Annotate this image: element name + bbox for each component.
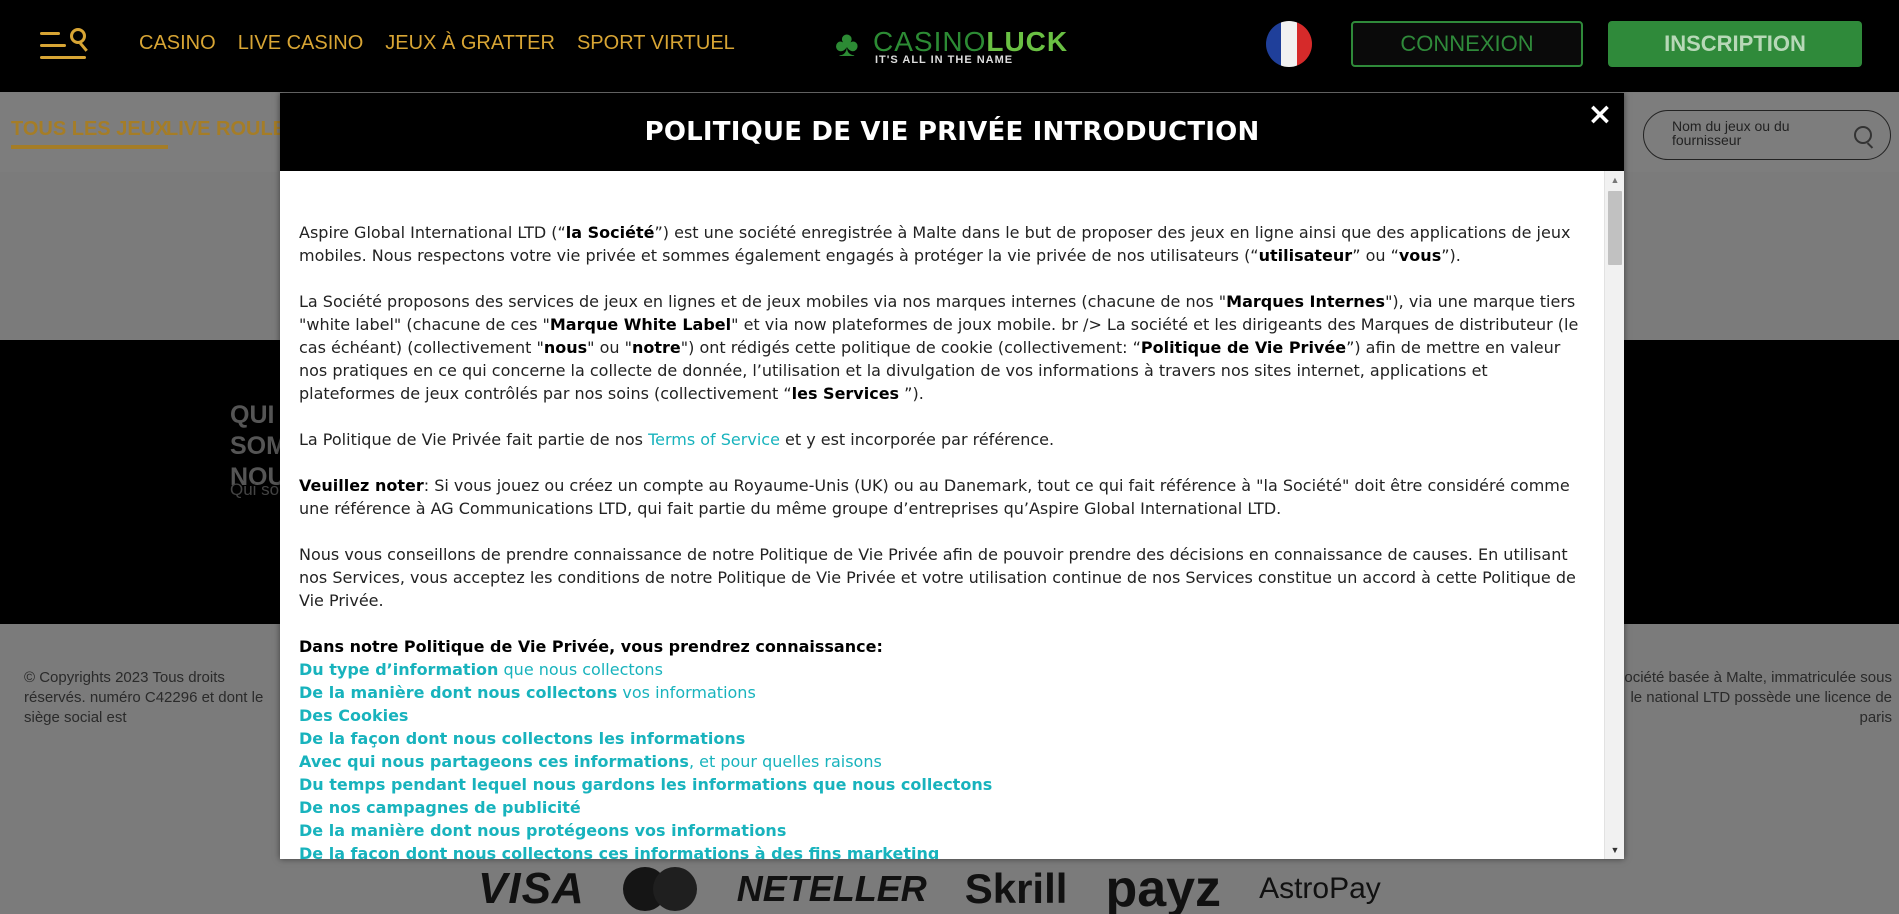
toc-item[interactable]: Avec qui nous partageons ces information…	[299, 750, 1585, 773]
modal-scrollbar[interactable]: ▲ ▼	[1604, 171, 1624, 859]
toc-item[interactable]: De la façon dont nous collectons les inf…	[299, 727, 1585, 750]
toc-item[interactable]: De nos campagnes de publicité	[299, 796, 1585, 819]
paragraph-advice: Nous vous conseillons de prendre connais…	[299, 545, 1576, 610]
toc-list: Du type d’information que nous collecton…	[299, 658, 1585, 859]
close-icon[interactable]: ×	[1586, 100, 1614, 130]
paragraph-note: Veuillez noter: Si vous jouez ou créez u…	[299, 476, 1570, 518]
modal-header: POLITIQUE DE VIE PRIVÉE INTRODUCTION ×	[280, 93, 1624, 171]
scroll-up-arrow-icon[interactable]: ▲	[1605, 173, 1625, 187]
toc-heading: Dans notre Politique de Vie Privée, vous…	[299, 637, 883, 656]
paragraph-intro: Aspire Global International LTD (“la Soc…	[299, 223, 1571, 265]
terms-of-service-link[interactable]: Terms of Service	[648, 430, 780, 449]
toc-item[interactable]: De la manière dont nous protégeons vos i…	[299, 819, 1585, 842]
toc-item[interactable]: Des Cookies	[299, 704, 1585, 727]
modal-body[interactable]: Aspire Global International LTD (“la Soc…	[280, 171, 1604, 859]
toc-item[interactable]: De la manière dont nous collectons vos i…	[299, 681, 1585, 704]
toc-item[interactable]: Du temps pendant lequel nous gardons les…	[299, 773, 1585, 796]
toc-item[interactable]: De la façon dont nous collectons ces inf…	[299, 842, 1585, 859]
scrollbar-thumb[interactable]	[1608, 191, 1622, 265]
paragraph-services: La Société proposons des services de jeu…	[299, 292, 1579, 403]
modal-title: POLITIQUE DE VIE PRIVÉE INTRODUCTION	[644, 117, 1260, 147]
paragraph-terms: La Politique de Vie Privée fait partie d…	[299, 430, 1055, 449]
toc-item[interactable]: Du type d’information que nous collecton…	[299, 658, 1585, 681]
privacy-policy-modal: POLITIQUE DE VIE PRIVÉE INTRODUCTION × A…	[280, 93, 1624, 859]
scroll-down-arrow-icon[interactable]: ▼	[1605, 843, 1625, 857]
